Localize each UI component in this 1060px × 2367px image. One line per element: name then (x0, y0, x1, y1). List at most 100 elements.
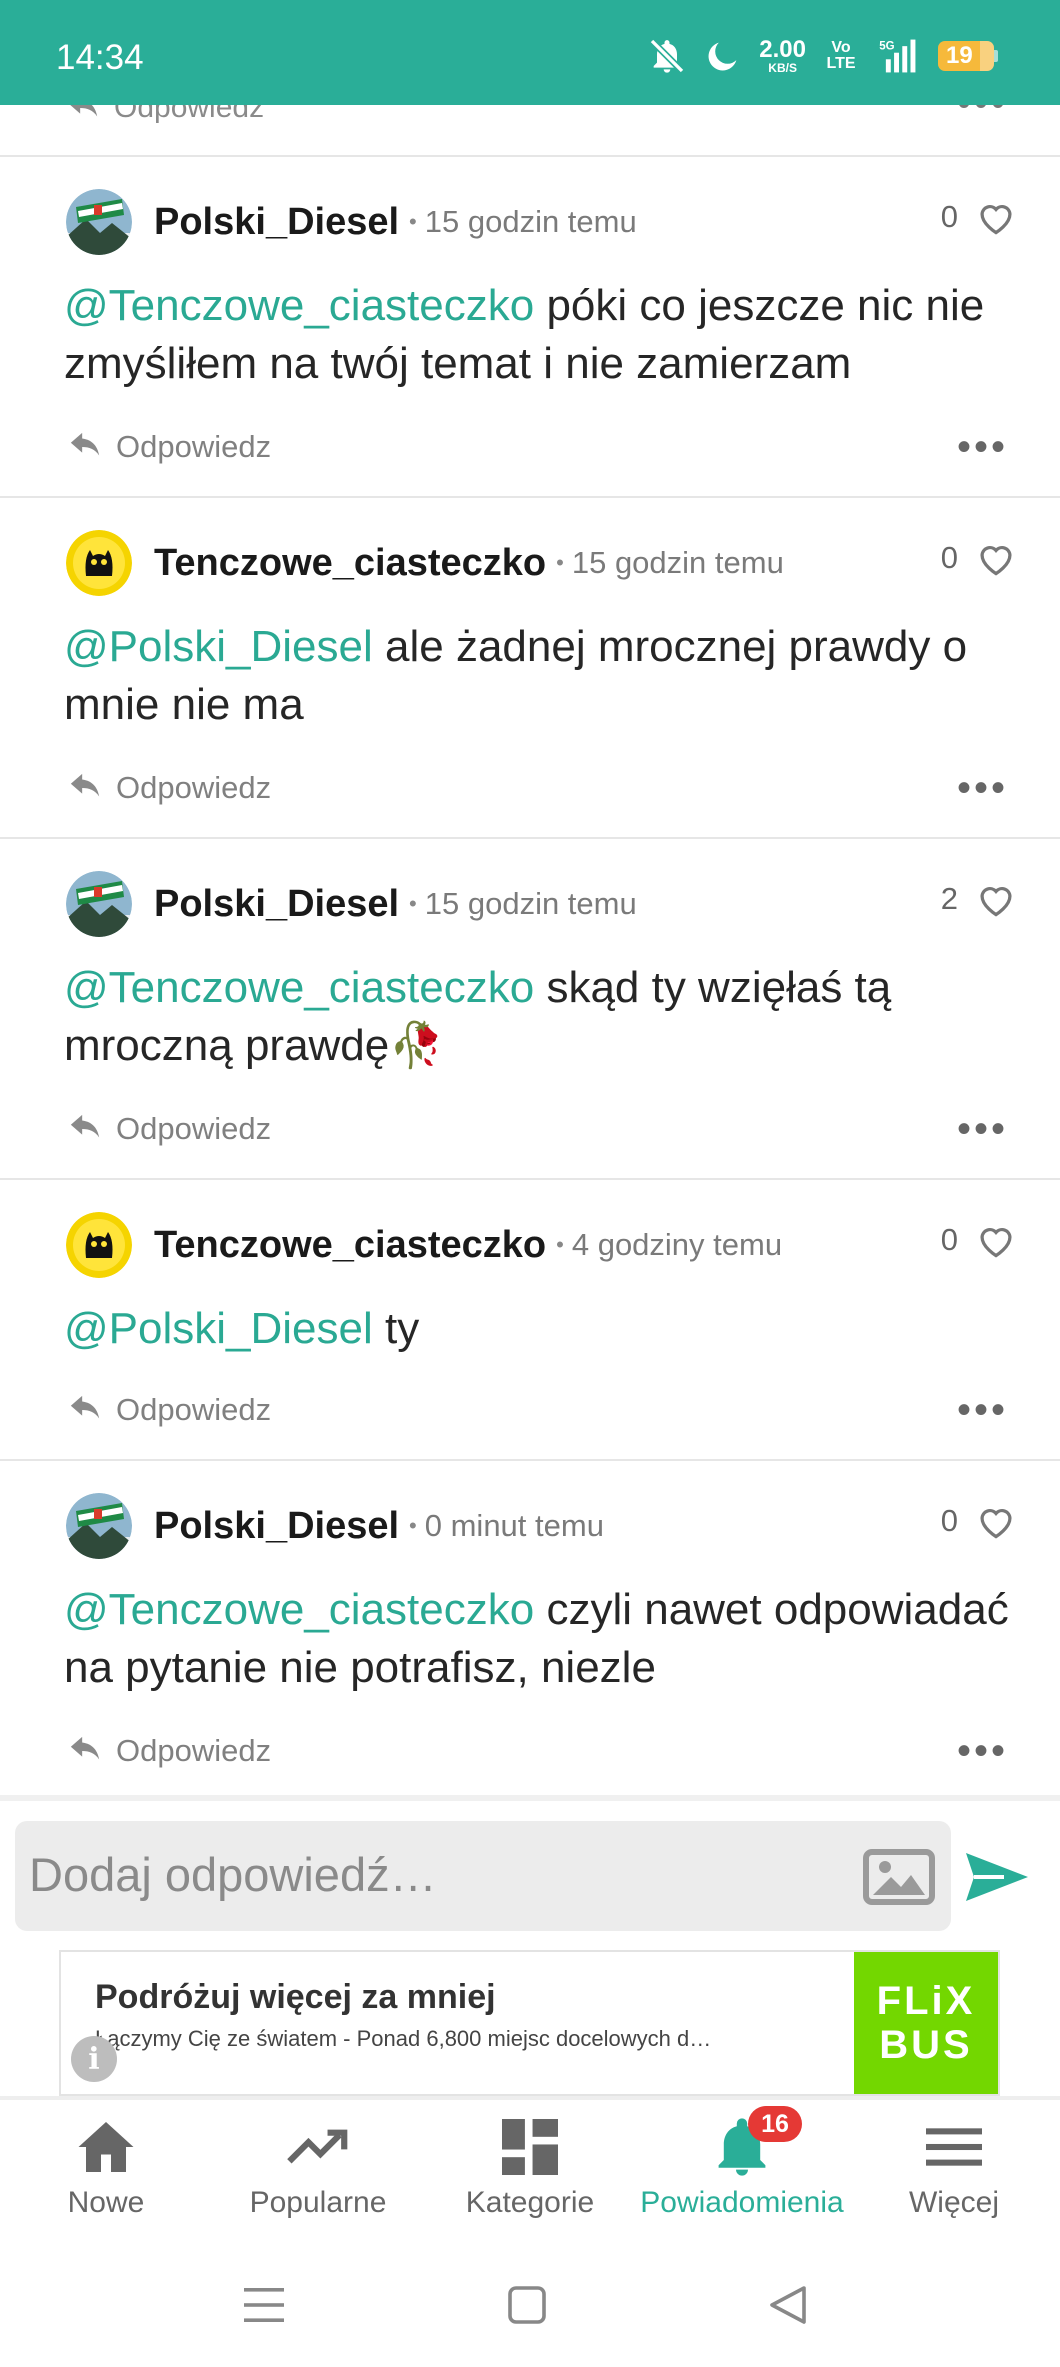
comment-actions: Odpowiedz ••• (68, 425, 1008, 469)
comment-time: 0 minut temu (424, 1508, 604, 1543)
nav-item-nowe[interactable]: Nowe (0, 2100, 212, 2240)
like-control[interactable]: 0 (941, 540, 1016, 576)
heart-icon[interactable] (976, 540, 1016, 576)
separator-dot: • (556, 550, 564, 575)
more-options-icon[interactable]: ••• (957, 768, 1008, 808)
more-options-icon[interactable]: ••• (957, 1731, 1008, 1771)
like-control[interactable]: 2 (941, 881, 1016, 917)
reply-placeholder: Dodaj odpowiedź… (29, 1848, 437, 1901)
comment-author[interactable]: Polski_Diesel (154, 201, 399, 244)
comment: Polski_Diesel • 15 godzin temu 0 @Tenczo… (0, 157, 1060, 498)
comment-time: 15 godzin temu (424, 886, 637, 921)
reply-input[interactable]: Dodaj odpowiedź… (15, 1821, 951, 1931)
reply-button[interactable]: Odpowiedz (68, 1111, 271, 1147)
reply-label: Odpowiedz (116, 770, 272, 805)
reply-label: Odpowiedz (116, 1733, 272, 1768)
home-icon (78, 2122, 134, 2172)
heart-icon[interactable] (976, 199, 1016, 235)
status-bar: 14:34 2.00 KB/S Vo LTE 5G 19 (0, 0, 1060, 105)
net-speed-value: 2.00 (759, 36, 806, 63)
user-avatar[interactable] (66, 871, 132, 937)
reply-composer: Dodaj odpowiedź… (0, 1795, 1060, 1945)
trending-icon (287, 2129, 348, 2164)
recent-apps-icon[interactable] (244, 2286, 284, 2324)
nav-item-popularne[interactable]: Popularne (212, 2100, 424, 2240)
nav-label: Kategorie (465, 2186, 595, 2219)
like-control[interactable]: 0 (941, 199, 1016, 235)
reply-icon (70, 432, 100, 456)
send-icon[interactable] (964, 1851, 1030, 1903)
user-mention[interactable]: @Polski_Diesel (64, 622, 373, 671)
notification-badge: 16 (748, 2106, 802, 2142)
nav-label: Nowe (67, 2186, 145, 2219)
status-time: 14:34 (56, 38, 144, 77)
reply-button[interactable]: Odpowiedz (68, 1392, 271, 1428)
comment-header: Tenczowe_ciasteczko • 4 godziny temu (66, 1212, 1020, 1278)
reply-label: Odpowiedz (114, 105, 265, 124)
user-avatar[interactable] (66, 189, 132, 255)
nav-label: Więcej (908, 2186, 999, 2219)
comment: Tenczowe_ciasteczko • 4 godziny temu 0 @… (0, 1180, 1060, 1461)
comment-text: ty (372, 1304, 420, 1353)
comment: Polski_Diesel • 15 godzin temu 2 @Tenczo… (0, 839, 1060, 1180)
user-mention[interactable]: @Tenczowe_ciasteczko (64, 963, 534, 1012)
logo-text-line1: FLiX (876, 1979, 976, 2023)
grid-icon (502, 2119, 558, 2175)
logo-text-line2: BUS (879, 2023, 973, 2067)
ad-banner[interactable]: Podróżuj więcej za mniej Łączymy Cię ze … (59, 1950, 1000, 2096)
comment-time: 15 godzin temu (571, 545, 784, 580)
home-button-icon[interactable] (508, 2286, 546, 2324)
like-control[interactable]: 0 (941, 1503, 1016, 1539)
ad-title: Podróżuj więcej za mniej (95, 1978, 496, 2016)
comment-actions: Odpowiedz ••• (68, 1107, 1008, 1151)
comment-body: @Tenczowe_ciasteczko skąd ty wzięłaś tą … (64, 959, 1020, 1075)
reply-button[interactable]: Odpowiedz (66, 105, 264, 125)
status-icons: 2.00 KB/S Vo LTE 5G 19 (647, 34, 998, 78)
user-avatar[interactable] (66, 1493, 132, 1559)
signal-icon: 5G (879, 39, 916, 73)
comment-header: Tenczowe_ciasteczko • 15 godzin temu (66, 530, 1020, 596)
comment-actions: Odpowiedz ••• (68, 766, 1008, 810)
previous-comment-footer: Odpowiedz ••• (0, 105, 1060, 157)
user-avatar[interactable] (66, 1212, 132, 1278)
comment-author[interactable]: Tenczowe_ciasteczko (154, 1224, 546, 1267)
reply-icon (70, 1736, 100, 1760)
comment-body: @Tenczowe_ciasteczko póki co jeszcze nic… (64, 277, 1020, 393)
user-mention[interactable]: @Tenczowe_ciasteczko (64, 1585, 534, 1634)
nav-item-kategorie[interactable]: Kategorie (424, 2100, 636, 2240)
comment-author[interactable]: Polski_Diesel (154, 1505, 399, 1548)
more-options-icon[interactable]: ••• (957, 427, 1008, 467)
like-control[interactable]: 0 (941, 1222, 1016, 1258)
reply-label: Odpowiedz (116, 1392, 272, 1427)
nav-item-wiecej[interactable]: Więcej (848, 2100, 1060, 2240)
comment-actions: Odpowiedz ••• (68, 1388, 1008, 1432)
back-icon[interactable] (768, 2286, 808, 2324)
heart-icon[interactable] (976, 1503, 1016, 1539)
nav-item-powiadomienia[interactable]: 16 Powiadomienia (636, 2100, 848, 2240)
comment-author[interactable]: Polski_Diesel (154, 883, 399, 926)
more-options-icon[interactable]: ••• (957, 1390, 1008, 1430)
image-icon[interactable] (863, 1849, 935, 1905)
reply-icon (70, 1395, 100, 1419)
comment-list: Polski_Diesel • 15 godzin temu 0 @Tenczo… (0, 157, 1060, 1771)
comment-author[interactable]: Tenczowe_ciasteczko (154, 542, 546, 585)
system-navigation-bar (0, 2240, 1060, 2367)
reply-button[interactable]: Odpowiedz (68, 1733, 271, 1769)
reply-label: Odpowiedz (116, 1111, 272, 1146)
separator-dot: • (409, 1513, 417, 1538)
heart-icon[interactable] (976, 881, 1016, 917)
reply-button[interactable]: Odpowiedz (68, 429, 271, 465)
heart-icon[interactable] (976, 1222, 1016, 1258)
comment: Tenczowe_ciasteczko • 15 godzin temu 0 @… (0, 498, 1060, 839)
more-options-icon[interactable]: ••• (957, 1109, 1008, 1149)
user-mention[interactable]: @Tenczowe_ciasteczko (64, 281, 534, 330)
net-speed-unit: KB/S (768, 61, 797, 75)
flixbus-logo: FLiX BUS (854, 1952, 998, 2094)
user-mention[interactable]: @Polski_Diesel (64, 1304, 373, 1353)
net-speed: 2.00 KB/S (759, 36, 806, 75)
reply-button[interactable]: Odpowiedz (68, 770, 271, 806)
user-avatar[interactable] (66, 530, 132, 596)
like-count: 2 (940, 881, 958, 916)
info-icon[interactable]: i (71, 2036, 117, 2082)
more-options-icon[interactable]: ••• (957, 105, 1008, 126)
